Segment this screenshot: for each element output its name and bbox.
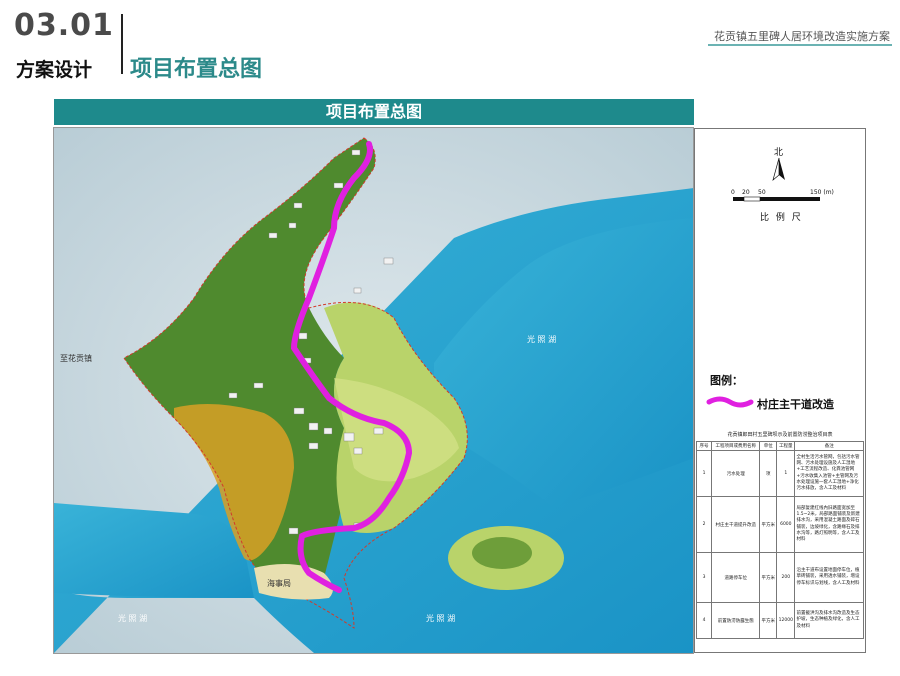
row-no: 1 [695,450,713,497]
section-name: 方案设计 [16,59,93,81]
row-name: 污水处理 [711,450,761,497]
row-note: 沿主干道布设置地面停车位，植草砖铺装，采用透水铺装，增设停车标识与划线，含人工及… [794,552,864,603]
row-qty: 12000 [776,602,796,639]
row-unit: 平方米 [759,602,778,639]
table-row: 1 污水处理 项 1 全村生活污水管网，包括污水管网、污水处理设施及人工湿地+工… [695,450,864,497]
legend-title: 图例： [710,374,743,387]
project-title-underline [708,44,892,46]
table-row: 3 道路停车位 平方米 200 沿主干道布设置地面停车位，植草砖铺装，采用透水铺… [695,552,864,603]
row-name: 道路停车位 [711,552,761,603]
scale-tick-50: 50 [758,189,766,196]
north-label: 北 [774,147,783,158]
row-unit: 平方米 [759,496,778,553]
row-unit: 平方米 [759,552,778,603]
scale-label: 比 例 尺 [760,213,803,223]
map-banner: 项目布置总图 [54,99,694,125]
north-arrow-dark [779,158,785,180]
table-caption: 花贡镇郎田村五里碑坝示及前置防涝整治项目表 [727,432,833,438]
row-qty: 1 [776,450,796,497]
table-header-no: 序号 [695,441,713,451]
row-unit: 项 [759,450,778,497]
row-note: 前置截洪沟及排水沟改造及生态护坡，生态种植及绿化，含人工及材料 [794,602,864,639]
row-name: 前置防涝防露生態 [711,602,761,639]
table-row: 2 村庄主干道提升改造 平方米 6000 局部复建红线內旧路面宽加至1.5~2米… [695,496,864,553]
header-divider [121,14,123,74]
legend-item-label: 村庄主干道改造 [757,398,834,411]
map-frame [53,127,694,654]
road-legend-swatch [706,396,754,408]
row-note: 全村生活污水管网，包括污水管网、污水处理设施及人工湿地+工艺流程改造、化粪池管网… [794,450,864,497]
row-no: 4 [695,602,713,639]
row-qty: 6000 [776,496,796,553]
project-title: 花贡镇五里碑人居环境改造实施方案 [714,30,890,43]
table-header-note: 备注 [794,441,864,451]
row-name: 村庄主干道提升改造 [711,496,761,553]
project-table: 序号 工程项目或费用名称 单位 工程量 备注 1 污水处理 项 1 全村生活污水… [695,441,864,639]
table-row: 4 前置防涝防露生態 平方米 12000 前置截洪沟及排水沟改造及生态护坡，生态… [695,602,864,639]
table-header-row: 序号 工程项目或费用名称 单位 工程量 备注 [695,441,864,451]
row-no: 3 [695,552,713,603]
table-header-unit: 单位 [759,441,778,451]
page-title: 项目布置总图 [130,57,263,82]
table-header-name: 工程项目或费用名称 [711,441,761,451]
row-qty: 200 [776,552,796,603]
scale-tick-150: 150 (m) [810,189,834,196]
scale-bar: 0 20 50 150 (m) [731,189,834,202]
scale-tick-0: 0 [731,189,735,196]
scale-tick-20: 20 [742,189,750,196]
row-no: 2 [695,496,713,553]
north-arrow-icon: 北 [772,147,785,181]
table-header-qty: 工程量 [776,441,796,451]
section-number: 03.01 [14,8,114,43]
row-note: 局部复建红线內旧路面宽加至1.5~2米，局部路面铺装及新建排水沟，采用混凝土路面… [794,496,864,553]
north-arrow-light [772,157,780,181]
